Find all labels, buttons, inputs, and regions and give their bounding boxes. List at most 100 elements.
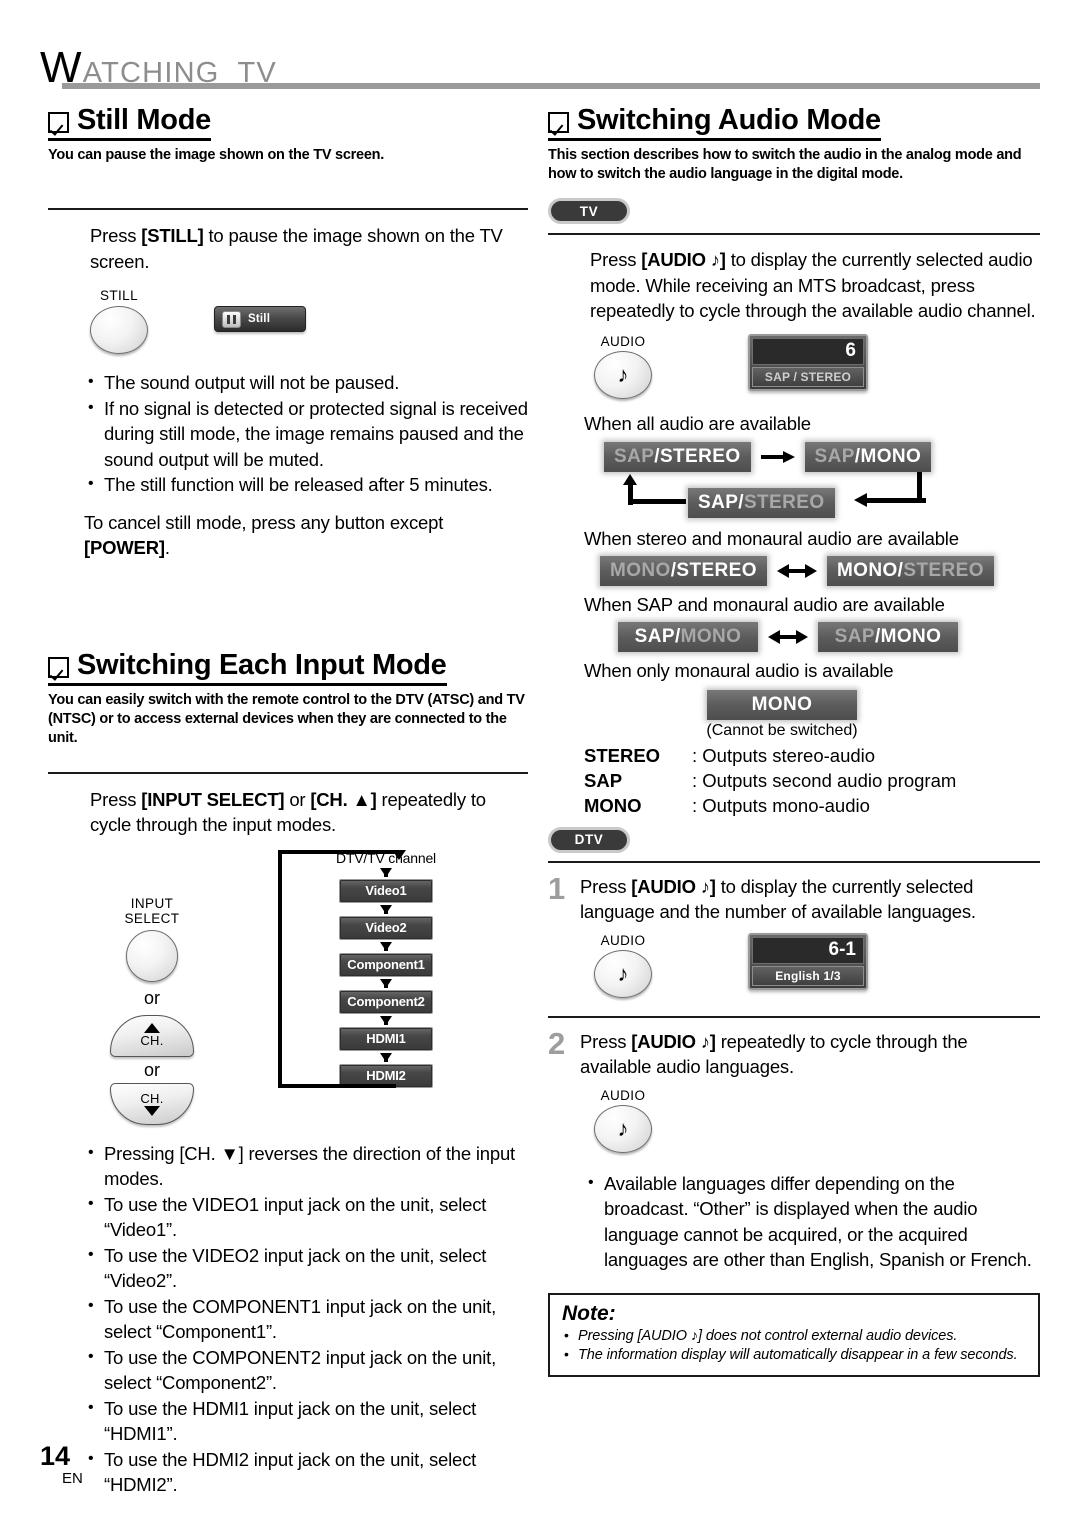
input-mode-subtitle: You can easily switch with the remote co… xyxy=(48,691,525,746)
flow-item-hdmi1: HDMI1 xyxy=(339,1026,433,1051)
definition-value: : Outputs second audio program xyxy=(692,769,957,791)
or-label-1: or xyxy=(143,987,160,1008)
dtv-step-2: 2 Press [AUDIO ♪] repeatedly to cycle th… xyxy=(548,1028,1040,1273)
channel-down-label: CH. xyxy=(140,1091,164,1106)
mode-left-text: MONO xyxy=(836,559,898,581)
note-item: Pressing [AUDIO ♪] does not control exte… xyxy=(562,1326,1026,1346)
mode-left-text: SAP xyxy=(634,625,675,647)
arrow-left-right-icon xyxy=(776,563,817,578)
osd-audio-mode: SAP / STEREO xyxy=(752,366,864,387)
mode-left-text: SAP xyxy=(834,625,875,647)
definition-key: STEREO xyxy=(584,744,661,766)
still-remote-key[interactable]: STILL xyxy=(90,288,148,354)
dtv-step2-divider xyxy=(548,1015,1040,1018)
still-mode-instruction-block: Press [STILL] to pause the image shown o… xyxy=(84,223,528,561)
audio-remote-key-dtv-2[interactable]: AUDIO ♪ xyxy=(590,1088,656,1153)
cancel-note-pre: To cancel still mode, press any button e… xyxy=(84,511,444,533)
list-item: The sound output will not be paused. xyxy=(84,369,528,396)
audio-mode-title: Switching Audio Mode xyxy=(577,104,881,136)
audio-key-oval[interactable]: ♪ xyxy=(594,1104,652,1153)
input-select-key-group[interactable]: INPUT SELECT or CH. or CH. xyxy=(110,896,194,1125)
section-input-mode: Switching Each Input Mode You can easily… xyxy=(48,649,528,748)
definition-key: MONO xyxy=(584,794,642,816)
input-instruction-pre: Press xyxy=(90,788,142,810)
list-item: To use the HDMI1 input jack on the unit,… xyxy=(84,1395,528,1447)
audio-pair-stereo-mono: MONO / STEREO MONO / STEREO xyxy=(600,555,1040,586)
definition-row: STEREO : Outputs stereo-audio xyxy=(584,743,1040,768)
mode-right-text: STEREO xyxy=(659,445,741,467)
still-mode-title: Still Mode xyxy=(77,104,211,136)
flow-item-video2: Video2 xyxy=(339,915,433,940)
audio-key-oval[interactable]: ♪ xyxy=(594,949,652,998)
audio-key-oval[interactable]: ♪ xyxy=(594,350,652,399)
still-instruction-pre: Press xyxy=(90,225,142,246)
input-mode-instruction-block: Press [INPUT SELECT] or [CH. ▲] repeated… xyxy=(90,787,528,838)
mode-right-text: MONO xyxy=(880,625,942,647)
dtv-badge: DTV xyxy=(548,826,1040,853)
dtv-badge-label: DTV xyxy=(548,826,630,853)
still-mode-subtitle: You can pause the image shown on the TV … xyxy=(48,147,385,163)
input-select-key[interactable] xyxy=(126,929,178,982)
step-2-text: Press [AUDIO ♪] repeatedly to cycle thro… xyxy=(580,1029,1040,1080)
still-osd-button[interactable]: Still xyxy=(214,306,306,332)
mode-right-text: STEREO xyxy=(676,559,757,581)
input-mode-bullet-list: Pressing [CH. ▼] reverses the direction … xyxy=(84,1140,528,1498)
cancel-note-key: [POWER] xyxy=(84,537,165,558)
music-note-icon: ♪ xyxy=(617,361,629,387)
mode-left-text: SAP xyxy=(614,445,655,467)
step-1-number: 1 xyxy=(548,870,566,906)
flow-item-hdmi2: HDMI2 xyxy=(339,1063,433,1088)
audio-remote-key-tv[interactable]: AUDIO ♪ xyxy=(590,334,656,399)
audio-remote-key-dtv-1[interactable]: AUDIO ♪ xyxy=(590,933,656,998)
osd-channel-number: 6 xyxy=(752,337,864,365)
input-key-1: [INPUT SELECT] xyxy=(141,788,285,810)
right-column: Switching Audio Mode This section descri… xyxy=(548,104,1040,1377)
caption-sap-mono: When SAP and monaural audio are availabl… xyxy=(584,593,945,615)
tv-badge-label: TV xyxy=(548,198,630,224)
channel-up-key[interactable]: CH. xyxy=(110,1014,194,1057)
step-2-key: [AUDIO ♪] xyxy=(631,1030,716,1052)
music-note-icon: ♪ xyxy=(617,960,629,986)
dtv-section-divider xyxy=(548,860,1040,863)
step-1-key: [AUDIO ♪] xyxy=(631,875,716,897)
mode-right-text: MONO xyxy=(680,625,742,647)
mode-right-text: STEREO xyxy=(903,559,984,581)
tv-instruction-pre: Press xyxy=(590,249,642,270)
or-label-2: or xyxy=(143,1059,160,1080)
arrow-left-right-icon xyxy=(768,629,808,644)
arrow-down-icon xyxy=(380,867,392,877)
note-box: Note: Pressing [AUDIO ♪] does not contro… xyxy=(548,1292,1040,1377)
mode-right-text: STEREO xyxy=(743,491,825,513)
flow-top-label: DTV/TV channel xyxy=(336,849,436,866)
channel-up-label: CH. xyxy=(140,1033,164,1048)
step-2-row: 2 Press [AUDIO ♪] repeatedly to cycle th… xyxy=(548,1028,1040,1080)
tv-audio-graphic-row: AUDIO ♪ 6 SAP / STEREO xyxy=(590,333,1040,399)
still-mode-instruction: Press [STILL] to pause the image shown o… xyxy=(90,223,528,274)
still-key-oval[interactable] xyxy=(90,306,148,354)
dtv-step1-graphic-row: AUDIO ♪ 6-1 English 1/3 xyxy=(590,932,1040,998)
dtv-step2-graphic-row: AUDIO ♪ xyxy=(590,1088,1040,1153)
note-title: Note: xyxy=(562,1301,616,1325)
page-number: 14 xyxy=(40,1441,71,1471)
manual-page: WATCHING TV Still Mode You can pause the… xyxy=(0,0,1080,1526)
tv-audio-instruction: Press [AUDIO ♪] to display the currently… xyxy=(590,247,1040,324)
section-still-mode: Still Mode You can pause the image shown… xyxy=(48,104,528,165)
channel-down-key[interactable]: CH. xyxy=(110,1082,194,1125)
mono-cannot-switch-note: (Cannot be switched) xyxy=(706,721,858,739)
mode-box-mono-stereo-b: MONO / STEREO xyxy=(826,555,994,586)
input-remote-keys: INPUT SELECT or CH. or CH. xyxy=(48,850,278,1125)
input-select-label-line1: INPUT xyxy=(130,895,174,911)
list-item: Available languages differ depending on … xyxy=(584,1170,1040,1273)
input-mode-title: Switching Each Input Mode xyxy=(77,648,447,681)
checkbox-icon xyxy=(48,112,69,133)
audio-cycle-all: SAP / STEREO SAP / MONO SAP / STEREO xyxy=(604,441,1040,526)
list-item: To use the HDMI2 input jack on the unit,… xyxy=(84,1446,528,1498)
definition-row: SAP : Outputs second audio program xyxy=(584,768,1040,793)
mode-box-mono: MONO xyxy=(707,689,857,720)
audio-key-label: AUDIO xyxy=(600,333,646,349)
audio-mode-heading: Switching Audio Mode xyxy=(548,104,881,141)
still-mode-bullet-list: The sound output will not be paused. If … xyxy=(84,369,528,498)
still-mode-cancel-note: To cancel still mode, press any button e… xyxy=(84,510,528,561)
caption-all-audio: When all audio are available xyxy=(584,412,811,434)
flow-item-video1: Video1 xyxy=(339,878,433,903)
